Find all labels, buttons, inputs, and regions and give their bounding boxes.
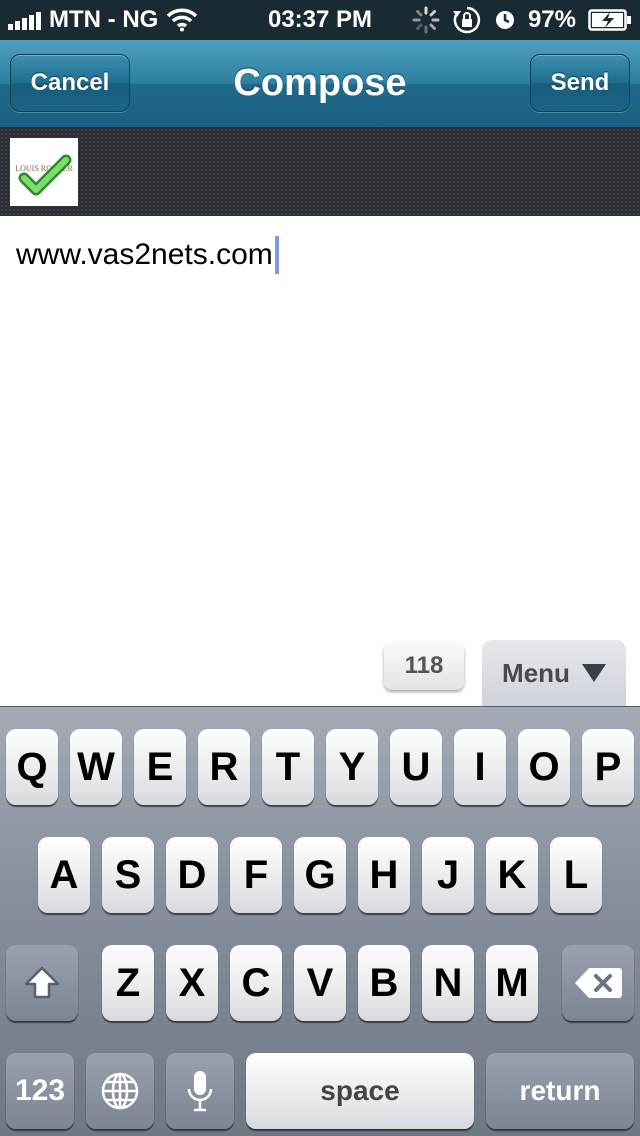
key-t[interactable]: T [262,729,314,805]
key-u[interactable]: U [390,729,442,805]
navigation-bar: Compose Cancel Send [0,40,640,128]
key-z[interactable]: Z [102,945,154,1021]
globe-icon [101,1072,139,1110]
keyboard: Q W E R T Y U I O P A S D F G H J K L Z … [0,706,640,1136]
globe-key[interactable] [86,1053,154,1129]
status-bar-right: 97% [412,0,632,40]
key-x[interactable]: X [166,945,218,1021]
space-key[interactable]: space [246,1053,474,1129]
battery-percentage: 97% [527,6,576,33]
key-p[interactable]: P [582,729,634,805]
message-content[interactable]: www.vas2nets.com [16,236,279,274]
key-h[interactable]: H [358,837,410,913]
shift-key[interactable] [6,945,78,1021]
dictation-key[interactable] [166,1053,234,1129]
key-r[interactable]: R [198,729,250,805]
status-bar-left: MTN - NG [8,0,198,40]
checkmark-icon [18,154,72,196]
attachment-strip: LOUIS ROEDER [0,128,640,216]
status-bar: MTN - NG 03:37 PM 97% [0,0,640,40]
text-cursor [274,236,279,274]
key-l[interactable]: L [550,837,602,913]
rotation-lock-icon [452,6,481,34]
numbers-key[interactable]: 123 [6,1053,74,1129]
carrier-name: MTN - NG [49,6,159,33]
key-q[interactable]: Q [6,729,58,805]
wifi-icon [167,8,198,32]
return-key[interactable]: return [486,1053,634,1129]
key-e[interactable]: E [134,729,186,805]
key-i[interactable]: I [454,729,506,805]
key-w[interactable]: W [70,729,122,805]
send-button[interactable]: Send [530,54,630,112]
backspace-icon [575,968,622,998]
triangle-down-icon [581,664,606,682]
cancel-button[interactable]: Cancel [10,54,130,112]
key-y[interactable]: Y [326,729,378,805]
key-n[interactable]: N [422,945,474,1021]
key-j[interactable]: J [422,837,474,913]
key-a[interactable]: A [38,837,90,913]
message-text-area[interactable]: www.vas2nets.com [0,216,640,706]
key-b[interactable]: B [358,945,410,1021]
key-k[interactable]: K [486,837,538,913]
character-counter: 118 [384,642,464,690]
microphone-icon [187,1071,213,1112]
menu-label: Menu [502,657,570,688]
message-text: www.vas2nets.com [16,238,273,271]
key-s[interactable]: S [102,837,154,913]
key-d[interactable]: D [166,837,218,913]
key-f[interactable]: F [230,837,282,913]
key-v[interactable]: V [294,945,346,1021]
attachment-thumbnail[interactable]: LOUIS ROEDER [10,138,78,206]
activity-spinner-icon [412,6,440,34]
battery-charging-icon [588,9,631,31]
key-g[interactable]: G [294,837,346,913]
shift-arrow-icon [24,966,60,999]
signal-strength-icon [8,10,41,30]
key-o[interactable]: O [518,729,570,805]
delete-key[interactable] [562,945,634,1021]
key-m[interactable]: M [486,945,538,1021]
key-c[interactable]: C [230,945,282,1021]
menu-button[interactable]: Menu [482,640,626,706]
alarm-clock-icon [495,11,514,29]
